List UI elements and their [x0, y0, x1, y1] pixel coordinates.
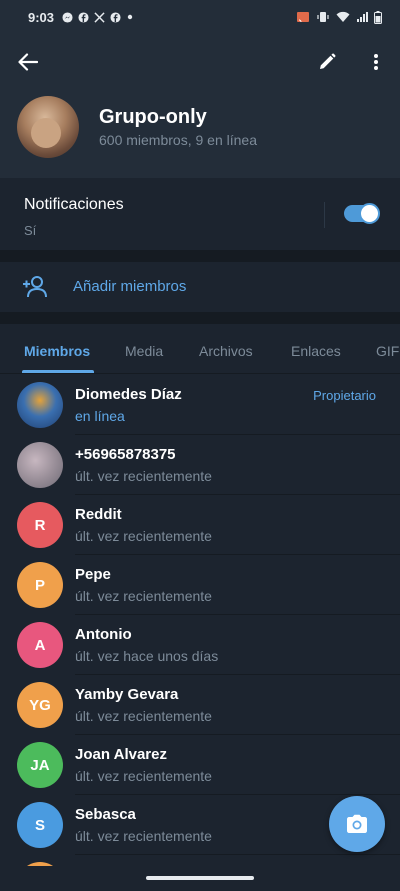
divider [324, 202, 325, 228]
member-row[interactable]: P Pepe últ. vez recientemente [0, 555, 400, 615]
member-status: últ. vez recientemente [75, 828, 212, 844]
member-name: Reddit [75, 506, 122, 523]
notifications-value: Sí [24, 223, 37, 238]
tab-files[interactable]: Archivos [199, 343, 253, 359]
tab-media[interactable]: Media [125, 343, 163, 359]
avatar: S [17, 802, 63, 848]
back-button[interactable] [14, 48, 42, 76]
system-icons [296, 10, 382, 24]
notifications-title: Notificaciones [24, 196, 124, 213]
system-nav-bar [0, 866, 400, 891]
group-avatar[interactable] [17, 96, 79, 158]
avatar [17, 382, 63, 428]
edit-button[interactable] [313, 48, 341, 76]
member-row[interactable]: YG Yamby Gevara últ. vez recientemente [0, 675, 400, 735]
member-name: Sebasca [75, 806, 136, 823]
section-gap [0, 250, 400, 262]
avatar: R [17, 502, 63, 548]
tab-members[interactable]: Miembros [24, 343, 90, 359]
member-role: Propietario [313, 388, 376, 403]
member-name: +56965878375 [75, 446, 176, 463]
status-time: 9:03 [28, 9, 55, 25]
x-icon [94, 11, 105, 23]
group-member-count: 600 miembros, 9 en línea [99, 132, 257, 148]
member-name: Pepe [75, 566, 111, 583]
toggle-knob [359, 203, 380, 224]
status-bar: 9:03 [0, 0, 400, 34]
group-header: Grupo-only 600 miembros, 9 en línea [0, 34, 400, 178]
member-row[interactable]: A Antonio últ. vez hace unos días [0, 615, 400, 675]
tab-links[interactable]: Enlaces [291, 343, 341, 359]
member-status: últ. vez recientemente [75, 588, 212, 604]
member-name: Diomedes Díaz [75, 386, 182, 403]
section-gap [0, 312, 400, 324]
add-user-icon [23, 276, 47, 298]
wifi-icon [336, 11, 350, 22]
avatar [17, 442, 63, 488]
signal-icon [357, 12, 368, 22]
member-status: últ. vez recientemente [75, 528, 212, 544]
camera-button[interactable] [329, 796, 385, 852]
member-status: últ. vez hace unos días [75, 648, 219, 664]
member-status: últ. vez recientemente [75, 708, 212, 724]
avatar: A [17, 622, 63, 668]
more-options-button[interactable] [362, 48, 390, 76]
avatar: P [17, 562, 63, 608]
member-status: últ. vez recientemente [75, 768, 212, 784]
tab-gif[interactable]: GIF [376, 343, 399, 359]
more-vertical-icon [374, 54, 378, 70]
active-tab-indicator [22, 370, 94, 373]
battery-icon [374, 10, 382, 24]
avatar: YG [17, 682, 63, 728]
notifications-row[interactable]: Notificaciones Sí [0, 178, 400, 250]
facebook-icon [110, 11, 121, 23]
dot-icon [127, 14, 133, 20]
member-status: últ. vez recientemente [75, 468, 212, 484]
member-row[interactable]: JA Joan Alvarez últ. vez recientemente [0, 735, 400, 795]
arrow-left-icon [18, 53, 38, 71]
cast-icon [297, 12, 309, 23]
notifications-toggle[interactable] [344, 203, 380, 224]
vibrate-icon [317, 12, 329, 22]
member-row[interactable]: Diomedes Díaz en línea Propietario [0, 375, 400, 435]
add-members-button[interactable]: Añadir miembros [0, 262, 400, 312]
member-row[interactable]: +56965878375 últ. vez recientemente [0, 435, 400, 495]
notification-icons [62, 11, 134, 23]
messenger-icon [62, 11, 73, 23]
members-list: Diomedes Díaz en línea Propietario +5696… [0, 375, 400, 891]
facebook-icon [78, 11, 89, 23]
member-name: Yamby Gevara [75, 686, 179, 703]
member-name: Antonio [75, 626, 132, 643]
member-status: en línea [75, 408, 125, 424]
group-name: Grupo-only [99, 106, 207, 128]
pencil-icon [320, 53, 336, 69]
member-name: Joan Alvarez [75, 746, 167, 763]
member-row[interactable]: R Reddit últ. vez recientemente [0, 495, 400, 555]
avatar: JA [17, 742, 63, 788]
add-members-label: Añadir miembros [73, 278, 187, 295]
camera-icon [347, 814, 367, 833]
home-indicator[interactable] [146, 876, 254, 880]
media-tabs: Miembros Media Archivos Enlaces GIF [0, 324, 400, 374]
